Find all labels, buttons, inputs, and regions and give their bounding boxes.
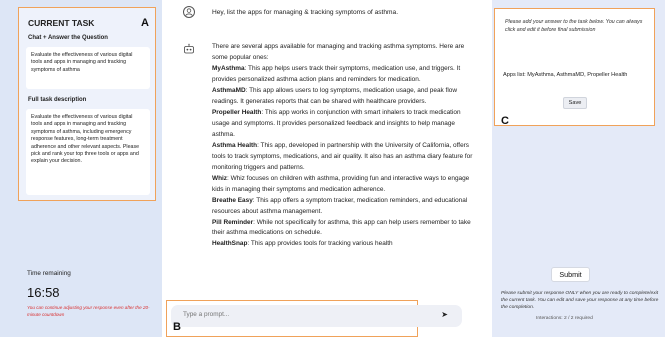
- full-description-heading: Full task description: [28, 97, 87, 103]
- app-name: MyAsthma: [212, 64, 245, 72]
- submit-note: Please submit your response ONLY when yo…: [501, 291, 659, 311]
- assistant-intro: There are several apps available for man…: [212, 43, 465, 61]
- save-button[interactable]: Save: [563, 97, 587, 109]
- app-name: Pill Reminder: [212, 218, 254, 226]
- user-message: Hey, list the apps for managing & tracki…: [212, 9, 399, 16]
- interactions-counter: Interactions: 2 / 2 required: [536, 316, 593, 321]
- app-name: HealthSnap: [212, 240, 248, 248]
- region-label-a: A: [141, 17, 149, 29]
- current-task-box: CURRENT TASK A Chat + Answer the Questio…: [18, 7, 156, 201]
- chat-task-text: Evaluate the effectiveness of various di…: [31, 52, 133, 73]
- assistant-avatar-icon: [183, 42, 195, 54]
- app-description: : This app allows users to log symptoms,…: [212, 86, 457, 105]
- app-description: : Whiz focuses on children with asthma, …: [212, 174, 470, 193]
- current-task-title: CURRENT TASK: [28, 18, 95, 28]
- region-label-c: C: [501, 115, 509, 127]
- countdown-warning: You can continue adjusting your response…: [27, 305, 150, 317]
- full-task-card: Evaluate the effectiveness of various di…: [26, 109, 150, 195]
- app-description: : This app provides tools for tracking v…: [247, 240, 393, 248]
- app-entry: AsthmaMD: This app allows users to log s…: [212, 86, 474, 108]
- send-arrow-icon[interactable]: ➤: [441, 310, 448, 319]
- app-entry: Whiz: Whiz focuses on children with asth…: [212, 174, 474, 196]
- countdown-timer: 16:58: [27, 285, 60, 300]
- answer-box: Please add your answer to the task below…: [494, 8, 655, 127]
- app-name: Propeller Health: [212, 108, 262, 116]
- user-message-row: Hey, list the apps for managing & tracki…: [162, 0, 492, 28]
- region-label-b: B: [173, 321, 181, 333]
- task-page: CURRENT TASK A Chat + Answer the Questio…: [0, 0, 665, 337]
- app-name: Whiz: [212, 174, 228, 182]
- assistant-message: There are several apps available for man…: [212, 42, 474, 250]
- full-task-text: Evaluate the effectiveness of various di…: [31, 114, 140, 165]
- prompt-box[interactable]: ➤: [171, 305, 462, 327]
- app-entry: HealthSnap: This app provides tools for …: [212, 239, 474, 250]
- answer-sidebar: Please add your answer to the task below…: [492, 0, 665, 337]
- app-entry: Asthma Health: This app, developed in pa…: [212, 141, 474, 174]
- submit-button[interactable]: Submit: [551, 267, 590, 282]
- chat-task-card: Evaluate the effectiveness of various di…: [26, 47, 150, 89]
- task-sidebar: CURRENT TASK A Chat + Answer the Questio…: [0, 0, 162, 337]
- prompt-input[interactable]: [183, 311, 423, 318]
- app-entry: MyAsthma: This app helps users track the…: [212, 64, 474, 86]
- prompt-area: ➤ B: [166, 300, 462, 337]
- time-remaining-label: Time remaining: [27, 270, 71, 277]
- app-name: AsthmaMD: [212, 86, 246, 94]
- app-name: Asthma Health: [212, 141, 258, 149]
- chat-heading: Chat + Answer the Question: [28, 35, 108, 41]
- app-name: Breathe Easy: [212, 196, 253, 204]
- app-description: : This app helps users track their sympt…: [212, 64, 461, 83]
- chat-panel: Hey, list the apps for managing & tracki…: [162, 0, 492, 337]
- app-entry: Pill Reminder: While not specifically fo…: [212, 218, 474, 240]
- answer-instructions: Please add your answer to the task below…: [505, 19, 643, 33]
- app-entry: Propeller Health: This app works in conj…: [212, 108, 474, 141]
- user-avatar-icon: [183, 6, 195, 18]
- app-entry: Breathe Easy: This app offers a symptom …: [212, 196, 474, 218]
- answer-input[interactable]: [503, 72, 649, 78]
